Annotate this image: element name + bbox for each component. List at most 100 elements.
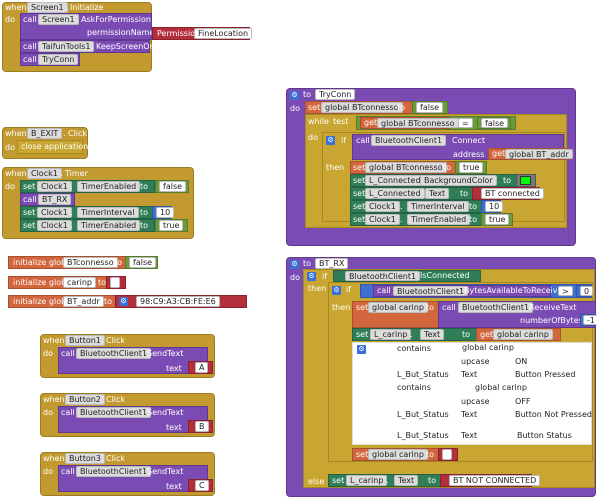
false-dropdown[interactable]: false	[159, 181, 187, 192]
dot-sep: .	[70, 182, 73, 191]
bt-rx-proc-dropdown[interactable]: BT_RX	[38, 194, 72, 205]
set-keyword: set	[353, 163, 366, 172]
btconnesso-var-dropdown[interactable]: global BTconnesso	[365, 162, 447, 173]
clock1-dropdown[interactable]: Clock1	[365, 201, 400, 212]
text-literal-field[interactable]: C	[195, 480, 209, 491]
false-dropdown[interactable]: false	[129, 257, 157, 268]
timerenabled-dropdown[interactable]: TimerEnabled	[77, 181, 141, 192]
green-color-swatch[interactable]	[520, 176, 531, 185]
timerenabled-dropdown[interactable]: TimerEnabled	[407, 214, 471, 225]
gear-icon[interactable]: ⚙	[290, 91, 299, 100]
bluetooth-dropdown[interactable]: BluetoothClient1	[345, 271, 421, 281]
carinp-var-dropdown[interactable]: global carinp	[368, 302, 428, 313]
timerinterval-dropdown[interactable]: TimerInterval	[77, 207, 139, 218]
clock1-dropdown[interactable]: Clock1	[37, 181, 72, 192]
true-dropdown[interactable]: true	[159, 220, 184, 231]
gear-icon[interactable]: ⚙	[119, 297, 128, 306]
timerenabled-dropdown[interactable]: TimerEnabled	[77, 220, 141, 231]
text-prop-label: Text	[461, 410, 478, 419]
text-prop-label: Text	[461, 370, 478, 379]
do-keyword: do	[290, 273, 300, 282]
l-carinp-dropdown[interactable]: L_carinp	[346, 475, 388, 486]
bluetooth-dropdown[interactable]: BluetoothClient1	[76, 466, 152, 477]
timer-event-label: Timer	[65, 169, 88, 178]
button2-component-dropdown[interactable]: Button2	[65, 394, 105, 405]
tryconn-proc-dropdown[interactable]: TryConn	[38, 54, 79, 65]
bt-addr-text-field[interactable]: 98:C9:A3:CB:FE:E6	[136, 296, 220, 307]
bluetooth-dropdown[interactable]: BluetoothClient1	[76, 348, 152, 359]
clock1-component-dropdown[interactable]: Clock1	[27, 168, 62, 179]
carinp-var-dropdown[interactable]: global carinp	[493, 329, 553, 340]
screen1-component-dropdown[interactable]: Screen1	[27, 2, 68, 13]
ask-method-label: AskForPermission	[81, 15, 151, 24]
empty-text-field[interactable]	[110, 277, 120, 288]
gear-icon[interactable]: ⚙	[307, 272, 316, 281]
text-literal-field[interactable]: A	[195, 362, 209, 373]
taifun-component-dropdown[interactable]: TaifunTools1	[38, 41, 95, 52]
tryconn-name-field[interactable]: TryConn	[315, 89, 356, 100]
ask-component-dropdown[interactable]: Screen1	[38, 14, 79, 25]
set-keyword: set	[353, 176, 366, 185]
dot-sep: .	[76, 15, 79, 24]
set-keyword: set	[23, 221, 36, 230]
clock1-dropdown[interactable]: Clock1	[37, 207, 72, 218]
empty-text-field[interactable]	[442, 449, 452, 460]
carinp-var-dropdown[interactable]: global carinp	[368, 449, 428, 460]
l-carinp-dropdown[interactable]: L_carinp	[370, 329, 412, 340]
text-prop-dropdown[interactable]: Text	[420, 329, 445, 340]
text-literal-field[interactable]: B	[195, 421, 209, 432]
btconnesso-name-field[interactable]: BTconnesso	[63, 257, 118, 268]
bluetooth-dropdown[interactable]: BluetoothClient1	[76, 407, 152, 418]
interval-number-field[interactable]: 10	[485, 201, 504, 212]
gear-icon[interactable]: ⚙	[290, 260, 299, 269]
interval-number-field[interactable]: 10	[156, 207, 175, 218]
clock1-dropdown[interactable]: Clock1	[37, 220, 72, 231]
bt-addr-name-field[interactable]: BT_addr	[63, 296, 104, 307]
set-keyword: set	[332, 476, 345, 485]
button-status-label: Button Status	[517, 431, 572, 440]
button3-component-dropdown[interactable]: Button3	[65, 453, 105, 464]
do-keyword: do	[308, 133, 318, 142]
dot-sep: .	[400, 202, 403, 211]
b-exit-component-dropdown[interactable]: B_EXIT	[27, 128, 63, 139]
to-keyword: to	[303, 90, 312, 99]
when-keyword: when	[5, 169, 27, 178]
gear-icon[interactable]: ⚙	[357, 345, 366, 354]
text-prop-dropdown[interactable]: Text	[394, 475, 419, 486]
text-prop-dropdown[interactable]: Text	[425, 188, 450, 199]
button1-component-dropdown[interactable]: Button1	[65, 335, 105, 346]
carinp-name-field[interactable]: carinp	[63, 277, 96, 288]
equals-operator-dropdown[interactable]: =	[458, 118, 473, 128]
bt-not-connected-text-field[interactable]: BT NOT CONNECTED	[449, 475, 541, 486]
gear-icon[interactable]: ⚙	[332, 286, 341, 295]
bt-addr-var-dropdown[interactable]: global BT_addr	[505, 149, 573, 159]
gt-operator-dropdown[interactable]: >	[558, 286, 573, 296]
do-keyword: do	[43, 408, 53, 417]
zero-number-field[interactable]: 0	[580, 286, 594, 296]
bluetooth-dropdown[interactable]: BluetoothClient1	[393, 286, 469, 296]
btconnesso-var-dropdown[interactable]: global BTconnesso	[377, 118, 459, 128]
button-not-pressed-label: Button Not Pressed	[515, 410, 592, 419]
l-but-status-label: L_But_Status	[397, 410, 449, 419]
timerinterval-dropdown[interactable]: TimerInterval	[407, 201, 469, 212]
gear-icon[interactable]: ⚙	[326, 136, 335, 145]
true-dropdown[interactable]: true	[485, 214, 510, 225]
permission-dropdown[interactable]: FineLocation	[194, 28, 253, 39]
button-pressed-label: Button Pressed	[515, 370, 576, 379]
text-prop-label: Text	[461, 431, 478, 440]
bt-rx-name-field[interactable]: BT_RX	[315, 258, 349, 269]
global-carinp-label: global carinp	[475, 383, 527, 392]
clock1-dropdown[interactable]: Clock1	[365, 214, 400, 225]
false-dropdown[interactable]: false	[481, 118, 509, 128]
bluetooth-dropdown[interactable]: BluetoothClient1	[371, 135, 447, 146]
dot-sep: .	[414, 189, 417, 198]
bt-connected-text-field[interactable]: BT connected	[481, 188, 544, 199]
false-dropdown[interactable]: false	[416, 102, 444, 113]
to-keyword: to	[426, 303, 435, 312]
true-dropdown[interactable]: true	[459, 162, 484, 173]
minus-one-number-field[interactable]: -1	[583, 315, 597, 325]
to-keyword: to	[98, 278, 107, 287]
backgroundcolor-dropdown[interactable]: BackgroundColor	[420, 175, 497, 186]
btconnesso-var-dropdown[interactable]: global BTconnesso	[321, 102, 403, 113]
bluetooth-dropdown[interactable]: BluetoothClient1	[458, 302, 534, 313]
